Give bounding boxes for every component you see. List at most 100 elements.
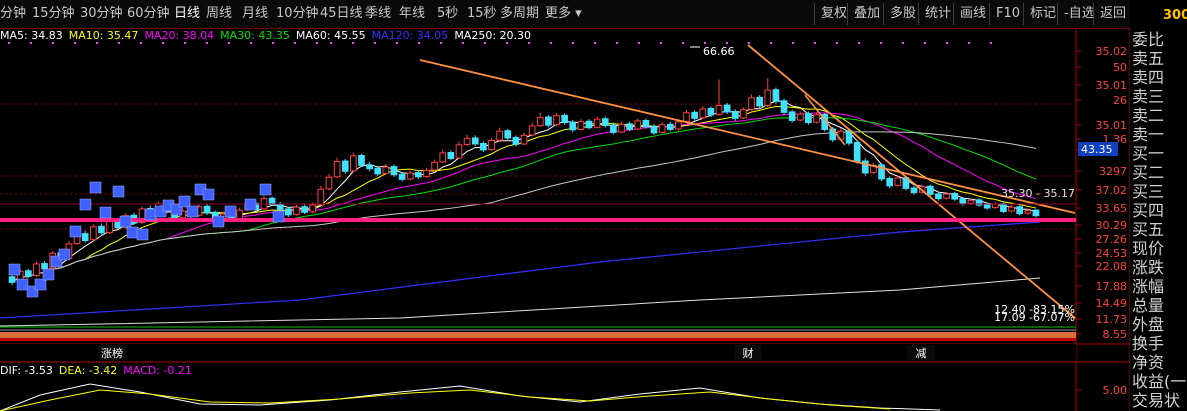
- t-marker-icon: [8, 263, 21, 276]
- candle-down: [398, 173, 406, 180]
- candle-down: [756, 96, 763, 107]
- signal-dot: [924, 42, 926, 44]
- signal-dot: [162, 42, 164, 44]
- level-annotation: 17.09 -67.07%: [994, 311, 1075, 324]
- kline-chart[interactable]: 35.025035.012635.011.3643.35329737.0233.…: [0, 0, 1130, 411]
- quote-field-label: 交易状: [1132, 391, 1181, 410]
- price-axis-label: 27.26: [1096, 233, 1128, 246]
- signal-dot: [484, 42, 486, 44]
- candle-up: [553, 115, 560, 126]
- signal-dot: [726, 42, 728, 44]
- price-axis-label: 24.53: [1096, 247, 1128, 260]
- event-marker: 财: [743, 346, 754, 360]
- signal-dot: [74, 42, 76, 44]
- signal-dot: [748, 42, 750, 44]
- signal-dot: [8, 42, 10, 44]
- candle-down: [203, 205, 211, 214]
- t-marker-icon: [244, 198, 257, 211]
- signal-dot: [272, 42, 274, 44]
- t-marker-icon: [119, 215, 132, 228]
- candle-down: [926, 185, 934, 195]
- signal-dot: [836, 42, 838, 44]
- candle-up: [675, 121, 682, 130]
- candle-down: [390, 166, 398, 176]
- stock-code: 300: [1163, 8, 1187, 23]
- candle-down: [471, 137, 479, 145]
- signal-dot: [294, 42, 296, 44]
- signal-dot: [316, 42, 318, 44]
- signal-dot: [594, 42, 596, 44]
- signal-dot: [440, 42, 442, 44]
- candle-up: [764, 89, 772, 107]
- ma5-line: [11, 100, 1037, 283]
- candle-up: [577, 121, 585, 130]
- candle-down: [98, 225, 105, 234]
- signal-dot: [792, 42, 794, 44]
- candle-down: [366, 164, 373, 170]
- ma120-line: [0, 221, 1041, 319]
- quote-field-label: 涨跌: [1132, 258, 1165, 277]
- candle-up: [699, 108, 707, 119]
- signal-dot: [506, 42, 508, 44]
- candle-up: [748, 97, 755, 110]
- trendline-long: [419, 59, 1076, 214]
- t-marker-icon: [42, 268, 55, 281]
- t-marker-icon: [99, 206, 112, 219]
- signal-dot: [184, 42, 186, 44]
- dif-line: [0, 383, 941, 411]
- candle-down: [935, 193, 942, 200]
- quote-field-label: 卖二: [1132, 106, 1165, 125]
- quote-panel: 委比 卖五 卖四 卖三 卖二 卖一 买一 买二 买三 买四 买五 现价 涨跌 涨幅 总量 外盘 换手 净资 收益(一…: [1130, 28, 1187, 411]
- candle-up: [634, 120, 642, 130]
- signal-dot: [374, 42, 376, 44]
- candle-up: [658, 124, 666, 133]
- macd-legend: DIF: -3.53 DEA: -3.42 MACD: -0.21: [0, 364, 198, 378]
- price-axis-label: 35.02: [1096, 45, 1128, 58]
- candle-up: [455, 144, 463, 159]
- signal-dot: [250, 42, 252, 44]
- candle-down: [845, 130, 853, 144]
- event-marker: 涨榜: [101, 346, 123, 360]
- trendline-steep: [747, 44, 1076, 319]
- t-marker-icon: [34, 278, 47, 291]
- candle-down: [805, 113, 812, 124]
- price-axis-label: 3297: [1099, 165, 1127, 178]
- candle-down: [666, 123, 674, 130]
- signal-dot: [902, 42, 904, 44]
- candle-up: [1008, 206, 1015, 212]
- signal-dot: [206, 42, 208, 44]
- candle-up: [813, 114, 820, 123]
- quote-field-label: 买二: [1132, 163, 1165, 182]
- candle-up: [715, 105, 723, 115]
- candle-up: [488, 140, 495, 151]
- signal-dot: [990, 42, 992, 44]
- volume-band: [0, 338, 1076, 341]
- price-axis-label: 33.65: [1096, 202, 1128, 215]
- candle-up: [423, 169, 430, 177]
- signal-dot: [418, 42, 420, 44]
- candle-down: [24, 270, 32, 277]
- candle-down: [415, 172, 422, 178]
- candle-down: [853, 142, 861, 162]
- candle-down: [8, 276, 16, 283]
- candle-down: [886, 178, 894, 187]
- candle-up: [406, 172, 414, 180]
- t-marker-icon: [112, 185, 125, 198]
- t-marker-icon: [58, 248, 71, 261]
- candle-up: [520, 134, 528, 145]
- quote-field-label: 总量: [1132, 296, 1165, 315]
- candle-up: [317, 188, 325, 206]
- t-marker-icon: [79, 198, 92, 211]
- signal-dot: [682, 42, 684, 44]
- candle-down: [626, 123, 633, 130]
- candle-down: [1032, 209, 1040, 217]
- price-axis-label: 26: [1113, 94, 1127, 107]
- quote-field-label: 外盘: [1132, 315, 1165, 334]
- candle-down: [983, 204, 991, 209]
- candle-down: [731, 110, 739, 119]
- candle-up: [536, 116, 544, 127]
- t-marker-icon: [202, 188, 215, 201]
- candle-down: [374, 167, 382, 175]
- candle-down: [545, 116, 552, 126]
- candle-down: [447, 151, 455, 159]
